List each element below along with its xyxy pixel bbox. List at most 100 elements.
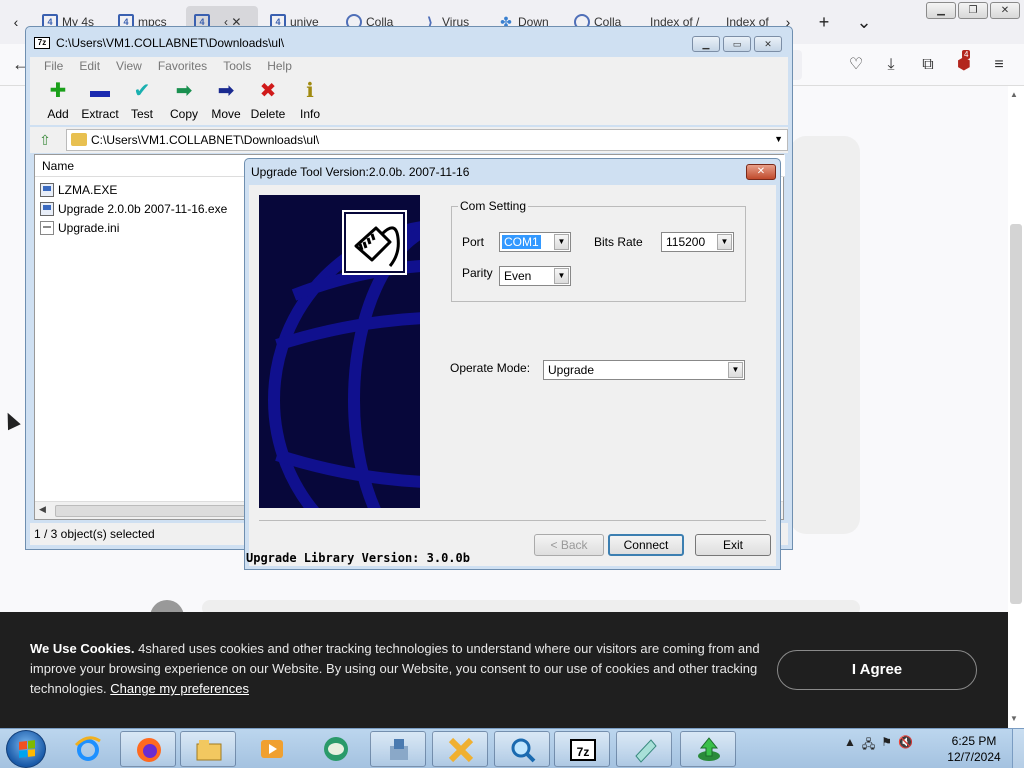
chevron-down-icon[interactable]: ▼ bbox=[774, 134, 783, 144]
connect-button[interactable]: Connect bbox=[608, 534, 684, 556]
upgrade-tool-titlebar[interactable]: Upgrade Tool Version:2.0.0b. 2007-11-16 … bbox=[245, 159, 780, 185]
7zip-menubar: File Edit View Favorites Tools Help bbox=[30, 57, 788, 75]
change-preferences-link[interactable]: Change my preferences bbox=[110, 681, 249, 696]
taskbar-app-button[interactable] bbox=[680, 731, 736, 767]
page-scrollbar-thumb[interactable] bbox=[1010, 224, 1022, 604]
extract-icon: ▬ bbox=[90, 80, 110, 102]
back-button[interactable]: < Back bbox=[534, 534, 604, 556]
parity-label: Parity bbox=[462, 266, 493, 280]
taskbar-app-button[interactable] bbox=[244, 731, 300, 767]
scroll-left-icon[interactable]: ◀ bbox=[39, 504, 46, 515]
network-icon[interactable]: 🖧 bbox=[862, 735, 875, 756]
menu-tools[interactable]: Tools bbox=[215, 57, 259, 75]
menu-help[interactable]: Help bbox=[259, 57, 300, 75]
taskbar-app-button[interactable] bbox=[616, 731, 672, 767]
parity-select[interactable]: Even ▼ bbox=[499, 266, 571, 286]
extension-badge: 4 bbox=[962, 50, 971, 59]
chevron-down-icon[interactable]: ▼ bbox=[554, 268, 569, 284]
add-icon: ✚ bbox=[49, 80, 67, 102]
toolbar-button-label: Move bbox=[211, 107, 241, 121]
volume-muted-icon[interactable]: 🔇 bbox=[898, 735, 913, 756]
page-card bbox=[790, 136, 860, 534]
tools-icon bbox=[447, 736, 475, 764]
file-row[interactable]: LZMA.EXE bbox=[40, 181, 117, 199]
file-name: Upgrade.ini bbox=[58, 221, 120, 235]
menu-icon[interactable]: ≡ bbox=[988, 54, 1010, 76]
7zip-titlebar[interactable]: 7z C:\Users\VM1.COLLABNET\Downloads\ul\ … bbox=[26, 27, 792, 59]
downloads-icon[interactable]: ⤓ bbox=[880, 54, 902, 76]
taskbar-app-button[interactable] bbox=[60, 731, 116, 767]
taskbar-app-button[interactable] bbox=[432, 731, 488, 767]
show-hidden-icons-icon[interactable]: ▲ bbox=[844, 735, 856, 756]
port-value: COM1 bbox=[502, 235, 541, 249]
start-button[interactable] bbox=[6, 730, 46, 768]
info-button[interactable]: ℹ Info bbox=[288, 79, 332, 121]
extensions-icon[interactable]: ⧉ bbox=[917, 54, 939, 76]
globe-banner-image bbox=[259, 195, 420, 508]
horizontal-scrollbar-thumb[interactable] bbox=[55, 505, 255, 517]
menu-file[interactable]: File bbox=[36, 57, 71, 75]
extract-button[interactable]: ▬ Extract bbox=[78, 79, 122, 121]
agree-button[interactable]: I Agree bbox=[777, 650, 977, 690]
taskbar-app-button[interactable] bbox=[180, 731, 236, 767]
menu-view[interactable]: View bbox=[108, 57, 150, 75]
windows-logo-icon bbox=[19, 740, 35, 758]
chevron-down-icon[interactable]: ▼ bbox=[728, 362, 743, 378]
taskbar-app-button[interactable] bbox=[370, 731, 426, 767]
exe-file-icon bbox=[40, 202, 54, 216]
copy-button[interactable]: ➡ Copy bbox=[162, 79, 206, 121]
port-label: Port bbox=[462, 235, 485, 249]
info-icon: ℹ bbox=[306, 80, 314, 102]
action-center-flag-icon[interactable]: ⚑ bbox=[881, 735, 892, 756]
file-row[interactable]: Upgrade 2.0.0b 2007-11-16.exe bbox=[40, 200, 227, 218]
move-icon: ➡ bbox=[217, 80, 235, 102]
port-select[interactable]: COM1 ▼ bbox=[499, 232, 571, 252]
com-setting-label: Com Setting bbox=[458, 199, 529, 213]
tab-list-button[interactable]: ⌄ bbox=[852, 10, 876, 34]
taskbar-app-button[interactable] bbox=[308, 731, 364, 767]
7zip-toolbar: ✚ Add ▬ Extract ✔ Test ➡ Copy ➡ Move ✖ Delete ℹ Info bbox=[30, 75, 788, 125]
toolbar-button-label: Add bbox=[47, 107, 69, 121]
copy-icon: ➡ bbox=[175, 80, 193, 102]
delete-button[interactable]: ✖ Delete bbox=[246, 79, 290, 121]
ie-icon bbox=[74, 735, 102, 763]
scroll-up-icon[interactable]: ▲ bbox=[1010, 90, 1018, 99]
chevron-down-icon[interactable]: ▼ bbox=[554, 234, 569, 250]
restore-button[interactable]: ❐ bbox=[958, 2, 988, 19]
menu-favorites[interactable]: Favorites bbox=[150, 57, 215, 75]
chevron-down-icon[interactable]: ▼ bbox=[717, 234, 732, 250]
system-clock[interactable]: 6:25 PM 12/7/2024 bbox=[944, 733, 1004, 765]
add-button[interactable]: ✚ Add bbox=[36, 79, 80, 121]
exit-button[interactable]: Exit bbox=[695, 534, 771, 556]
scroll-down-icon[interactable]: ▼ bbox=[1010, 714, 1018, 723]
upgrade-tool-icon bbox=[695, 736, 723, 764]
minimize-button[interactable]: ▁ bbox=[926, 2, 956, 19]
7zip-minimize-button[interactable]: ▁ bbox=[692, 36, 720, 52]
upgrade-close-button[interactable]: ✕ bbox=[746, 164, 776, 180]
7zip-path-combobox[interactable]: C:\Users\VM1.COLLABNET\Downloads\ul\ ▼ bbox=[66, 129, 788, 151]
close-button[interactable]: ✕ bbox=[990, 2, 1020, 19]
new-tab-button[interactable]: + bbox=[812, 10, 836, 34]
taskbar-app-button[interactable] bbox=[494, 731, 550, 767]
cookie-heading: We Use Cookies. bbox=[30, 641, 135, 656]
pocket-icon[interactable]: ♡ bbox=[845, 54, 867, 76]
toolbar-button-label: Delete bbox=[250, 107, 286, 121]
7zip-window-controls: ▁ ▭ ✕ bbox=[692, 36, 782, 52]
bits-rate-select[interactable]: 115200 ▼ bbox=[661, 232, 734, 252]
7zip-maximize-button[interactable]: ▭ bbox=[723, 36, 751, 52]
cookie-message: We Use Cookies. 4shared uses cookies and… bbox=[30, 639, 760, 699]
menu-edit[interactable]: Edit bbox=[71, 57, 108, 75]
taskbar-app-button[interactable] bbox=[120, 731, 176, 767]
file-row[interactable]: Upgrade.ini bbox=[40, 219, 119, 237]
operate-mode-select[interactable]: Upgrade ▼ bbox=[543, 360, 745, 380]
upgrade-tool-body: Com Setting Port COM1 ▼ Bits Rate 115200… bbox=[249, 185, 776, 566]
move-button[interactable]: ➡ Move bbox=[204, 79, 248, 121]
folder-icon bbox=[71, 133, 87, 146]
taskbar-app-button[interactable]: 7z bbox=[554, 731, 610, 767]
bits-rate-label: Bits Rate bbox=[594, 235, 643, 249]
show-desktop-button[interactable] bbox=[1012, 729, 1024, 768]
folder-up-icon[interactable]: ⇧ bbox=[36, 131, 54, 149]
test-button[interactable]: ✔ Test bbox=[120, 79, 164, 121]
column-header-name[interactable]: Name bbox=[42, 159, 74, 173]
7zip-close-button[interactable]: ✕ bbox=[754, 36, 782, 52]
